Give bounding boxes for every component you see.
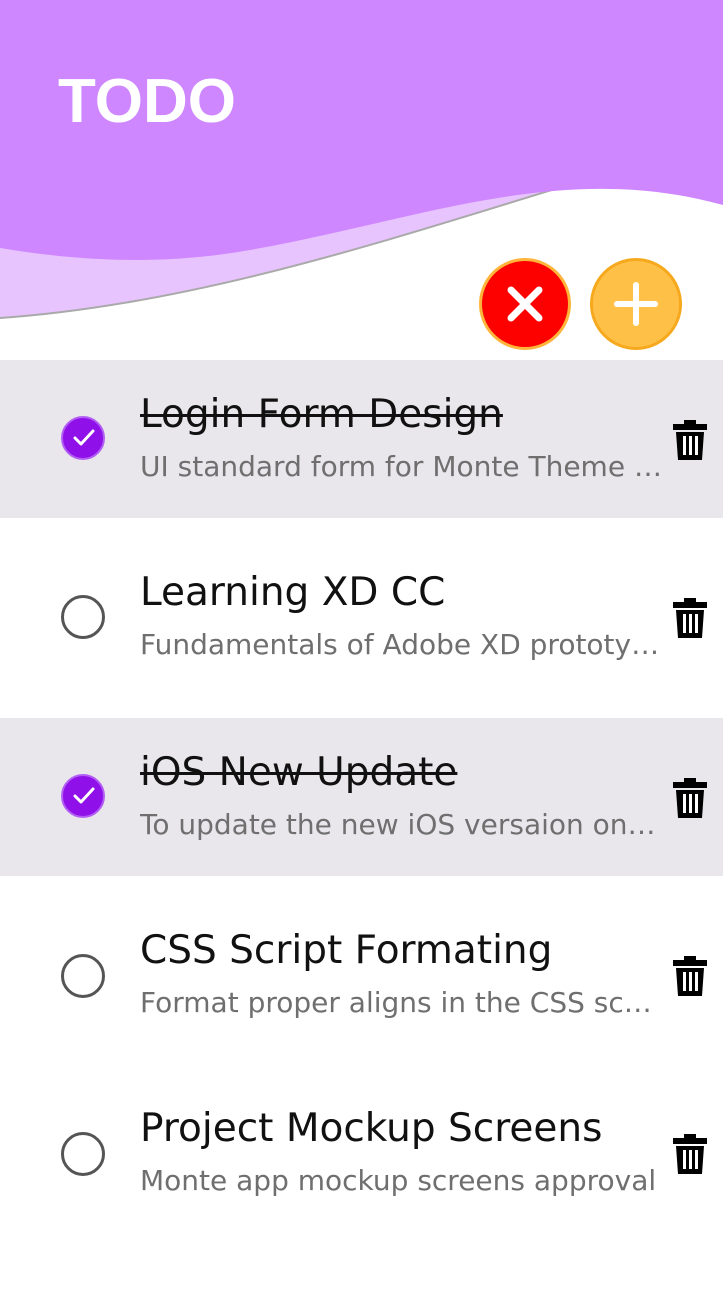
checkbox-checked[interactable] (61, 416, 105, 460)
close-icon (507, 286, 543, 322)
task-title: Learning XD CC (140, 570, 446, 615)
task-description: Format proper aligns in the CSS script f… (140, 986, 662, 1019)
task-title: Project Mockup Screens (140, 1106, 603, 1151)
trash-icon[interactable] (673, 1134, 707, 1174)
task-description: Monte app mockup screens approval (140, 1164, 657, 1197)
page-title: TODO (58, 67, 236, 136)
trash-icon[interactable] (673, 420, 707, 460)
checkbox-unchecked[interactable] (61, 1132, 105, 1176)
checkbox-checked[interactable] (61, 774, 105, 818)
task-description: To update the new iOS versaion on device… (140, 808, 662, 841)
task-description: Fundamentals of Adobe XD prototyping (140, 628, 662, 661)
trash-icon[interactable] (673, 598, 707, 638)
task-row-login-form-design[interactable]: Login Form Design UI standard form for M… (0, 360, 723, 518)
plus-icon (614, 282, 658, 326)
trash-icon[interactable] (673, 778, 707, 818)
task-row-ios-new-update[interactable]: iOS New Update To update the new iOS ver… (0, 718, 723, 876)
check-icon (73, 429, 95, 446)
task-row-learning-xd-cc[interactable]: Learning XD CC Fundamentals of Adobe XD … (0, 518, 723, 718)
checkbox-unchecked[interactable] (61, 954, 105, 998)
task-title: Login Form Design (140, 392, 503, 437)
task-title: iOS New Update (140, 750, 458, 795)
task-row-css-script-formating[interactable]: CSS Script Formating Format proper align… (0, 876, 723, 1054)
trash-icon[interactable] (673, 956, 707, 996)
task-list: Login Form Design UI standard form for M… (0, 360, 723, 1232)
task-title: CSS Script Formating (140, 928, 553, 973)
add-task-button[interactable] (590, 258, 682, 350)
task-row-project-mockup-screens[interactable]: Project Mockup Screens Monte app mockup … (0, 1054, 723, 1232)
clear-completed-button[interactable] (479, 258, 571, 350)
checkbox-unchecked[interactable] (61, 595, 105, 639)
check-icon (73, 787, 95, 804)
task-description: UI standard form for Monte Theme designs (140, 450, 662, 483)
